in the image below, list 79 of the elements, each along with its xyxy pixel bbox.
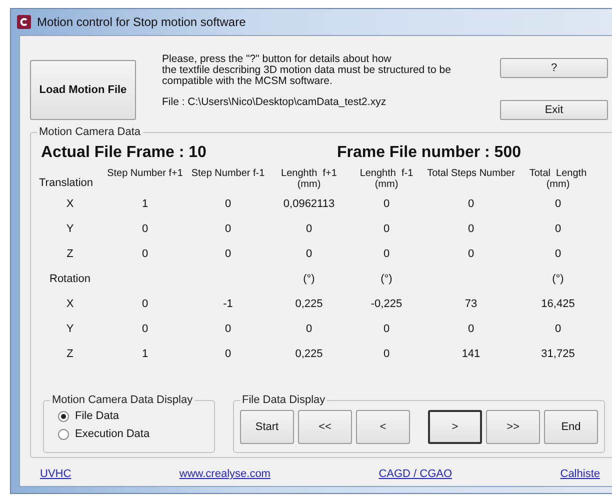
radio-option[interactable]: File Data	[58, 410, 200, 422]
nav-button[interactable]: <<	[298, 410, 352, 444]
unit-label: (°)	[302, 272, 316, 284]
group-title: File Data Display	[241, 394, 326, 406]
app-icon	[17, 15, 31, 29]
table-cell-text: -0,225	[370, 298, 404, 310]
frame-count-label: Frame File number : 500	[336, 144, 521, 162]
table-cell-text: 0	[304, 248, 314, 260]
link[interactable]: UVHC	[40, 468, 72, 480]
column-header: Lenghth f+1 (mm)	[280, 167, 338, 190]
table-cell-text: 141	[460, 348, 482, 360]
table-cell-text: 0,225	[294, 348, 324, 360]
group-title: Motion Camera Data	[38, 126, 142, 138]
axis-label: Z	[66, 248, 74, 260]
axis-label: Z	[66, 348, 74, 360]
nav-button[interactable]: <	[356, 410, 410, 444]
axis-label: Y	[65, 222, 75, 234]
table-cell-text: 73	[464, 298, 478, 310]
section-label: Rotation	[48, 272, 92, 284]
table-cell-text: 0	[224, 248, 232, 260]
table-cell-text: 0	[224, 222, 232, 234]
radio-option[interactable]: Execution Data	[58, 428, 200, 440]
table-cell-text: 0	[554, 248, 562, 260]
table-cell-text: 0	[382, 222, 391, 234]
table-cell-text: 0	[554, 322, 562, 334]
group-title: Motion Camera Data Display	[51, 394, 194, 406]
table-cell-text: 0	[304, 222, 314, 234]
column-header: Total Steps Number	[426, 167, 516, 179]
nav-button[interactable]: Start	[240, 410, 294, 444]
radio-icon[interactable]	[58, 410, 69, 422]
unit-label: (°)	[380, 272, 394, 284]
axis-label: Y	[65, 322, 75, 334]
window-title: Motion control for Stop motion software	[37, 15, 246, 29]
axis-label: X	[65, 298, 75, 310]
table-cell-text: 0	[466, 248, 476, 260]
table-cell-text: 0	[382, 198, 391, 210]
table-cell-text: 0,225	[294, 298, 324, 310]
section-label: Translation	[38, 177, 94, 191]
table-cell-text: 0,0962113	[282, 198, 336, 210]
link[interactable]: www.crealyse.com	[179, 468, 270, 480]
table-cell-text: 0	[304, 322, 314, 334]
exit-button[interactable]: Exit	[500, 100, 608, 120]
table-cell-text: 0	[224, 348, 232, 360]
table-cell-text: 0	[554, 198, 562, 210]
nav-button[interactable]: >	[428, 410, 482, 444]
table-cell-text: 0	[466, 322, 476, 334]
actual-frame-label: Actual File Frame : 10	[41, 144, 206, 162]
table-cell-text: 0	[140, 248, 150, 260]
file-path: File : C:\Users\Nico\Desktop\camData_test2.xyz	[162, 96, 388, 108]
radio-icon[interactable]	[58, 428, 69, 440]
table-cell-text: 0	[466, 222, 476, 234]
column-header: Total Length (mm)	[528, 167, 588, 190]
table-cell-text: 0	[554, 222, 562, 234]
link[interactable]: Calhiste	[560, 468, 600, 480]
table-cell-text: 0	[466, 198, 476, 210]
table-cell-text: 1	[140, 348, 150, 360]
load-motion-file-button[interactable]: Load Motion File	[30, 60, 136, 120]
link[interactable]: CAGD / CGAO	[378, 468, 452, 480]
table-cell-text: 0	[140, 222, 150, 234]
table-cell-text: 0	[140, 298, 150, 310]
unit-label: (°)	[551, 272, 565, 284]
table-cell-text: 16,425	[540, 298, 576, 310]
help-button[interactable]: ?	[500, 58, 608, 78]
axis-label: X	[65, 198, 75, 210]
column-header: Lenghth f-1 (mm)	[358, 167, 414, 190]
column-header: Step Number f+1	[106, 167, 184, 179]
table-cell-text: 0	[140, 322, 150, 334]
table-cell-text: 1	[140, 198, 150, 210]
table-cell-text: 31,725	[540, 348, 576, 360]
table-cell-text: -1	[222, 298, 234, 310]
table-cell-text: 0	[224, 322, 232, 334]
table-cell-text: 0	[382, 322, 391, 334]
table-cell-text: 0	[224, 198, 232, 210]
column-header: Step Number f-1	[190, 167, 266, 179]
table-cell-text: 0	[382, 248, 391, 260]
info-text: Please, press the "?" button for details about how the textfile describing 3D motion data must be structured to be compatible with the MCSM software.	[162, 54, 452, 87]
nav-button[interactable]: >>	[486, 410, 540, 444]
nav-button[interactable]: End	[544, 410, 598, 444]
table-cell-text: 0	[382, 348, 391, 360]
